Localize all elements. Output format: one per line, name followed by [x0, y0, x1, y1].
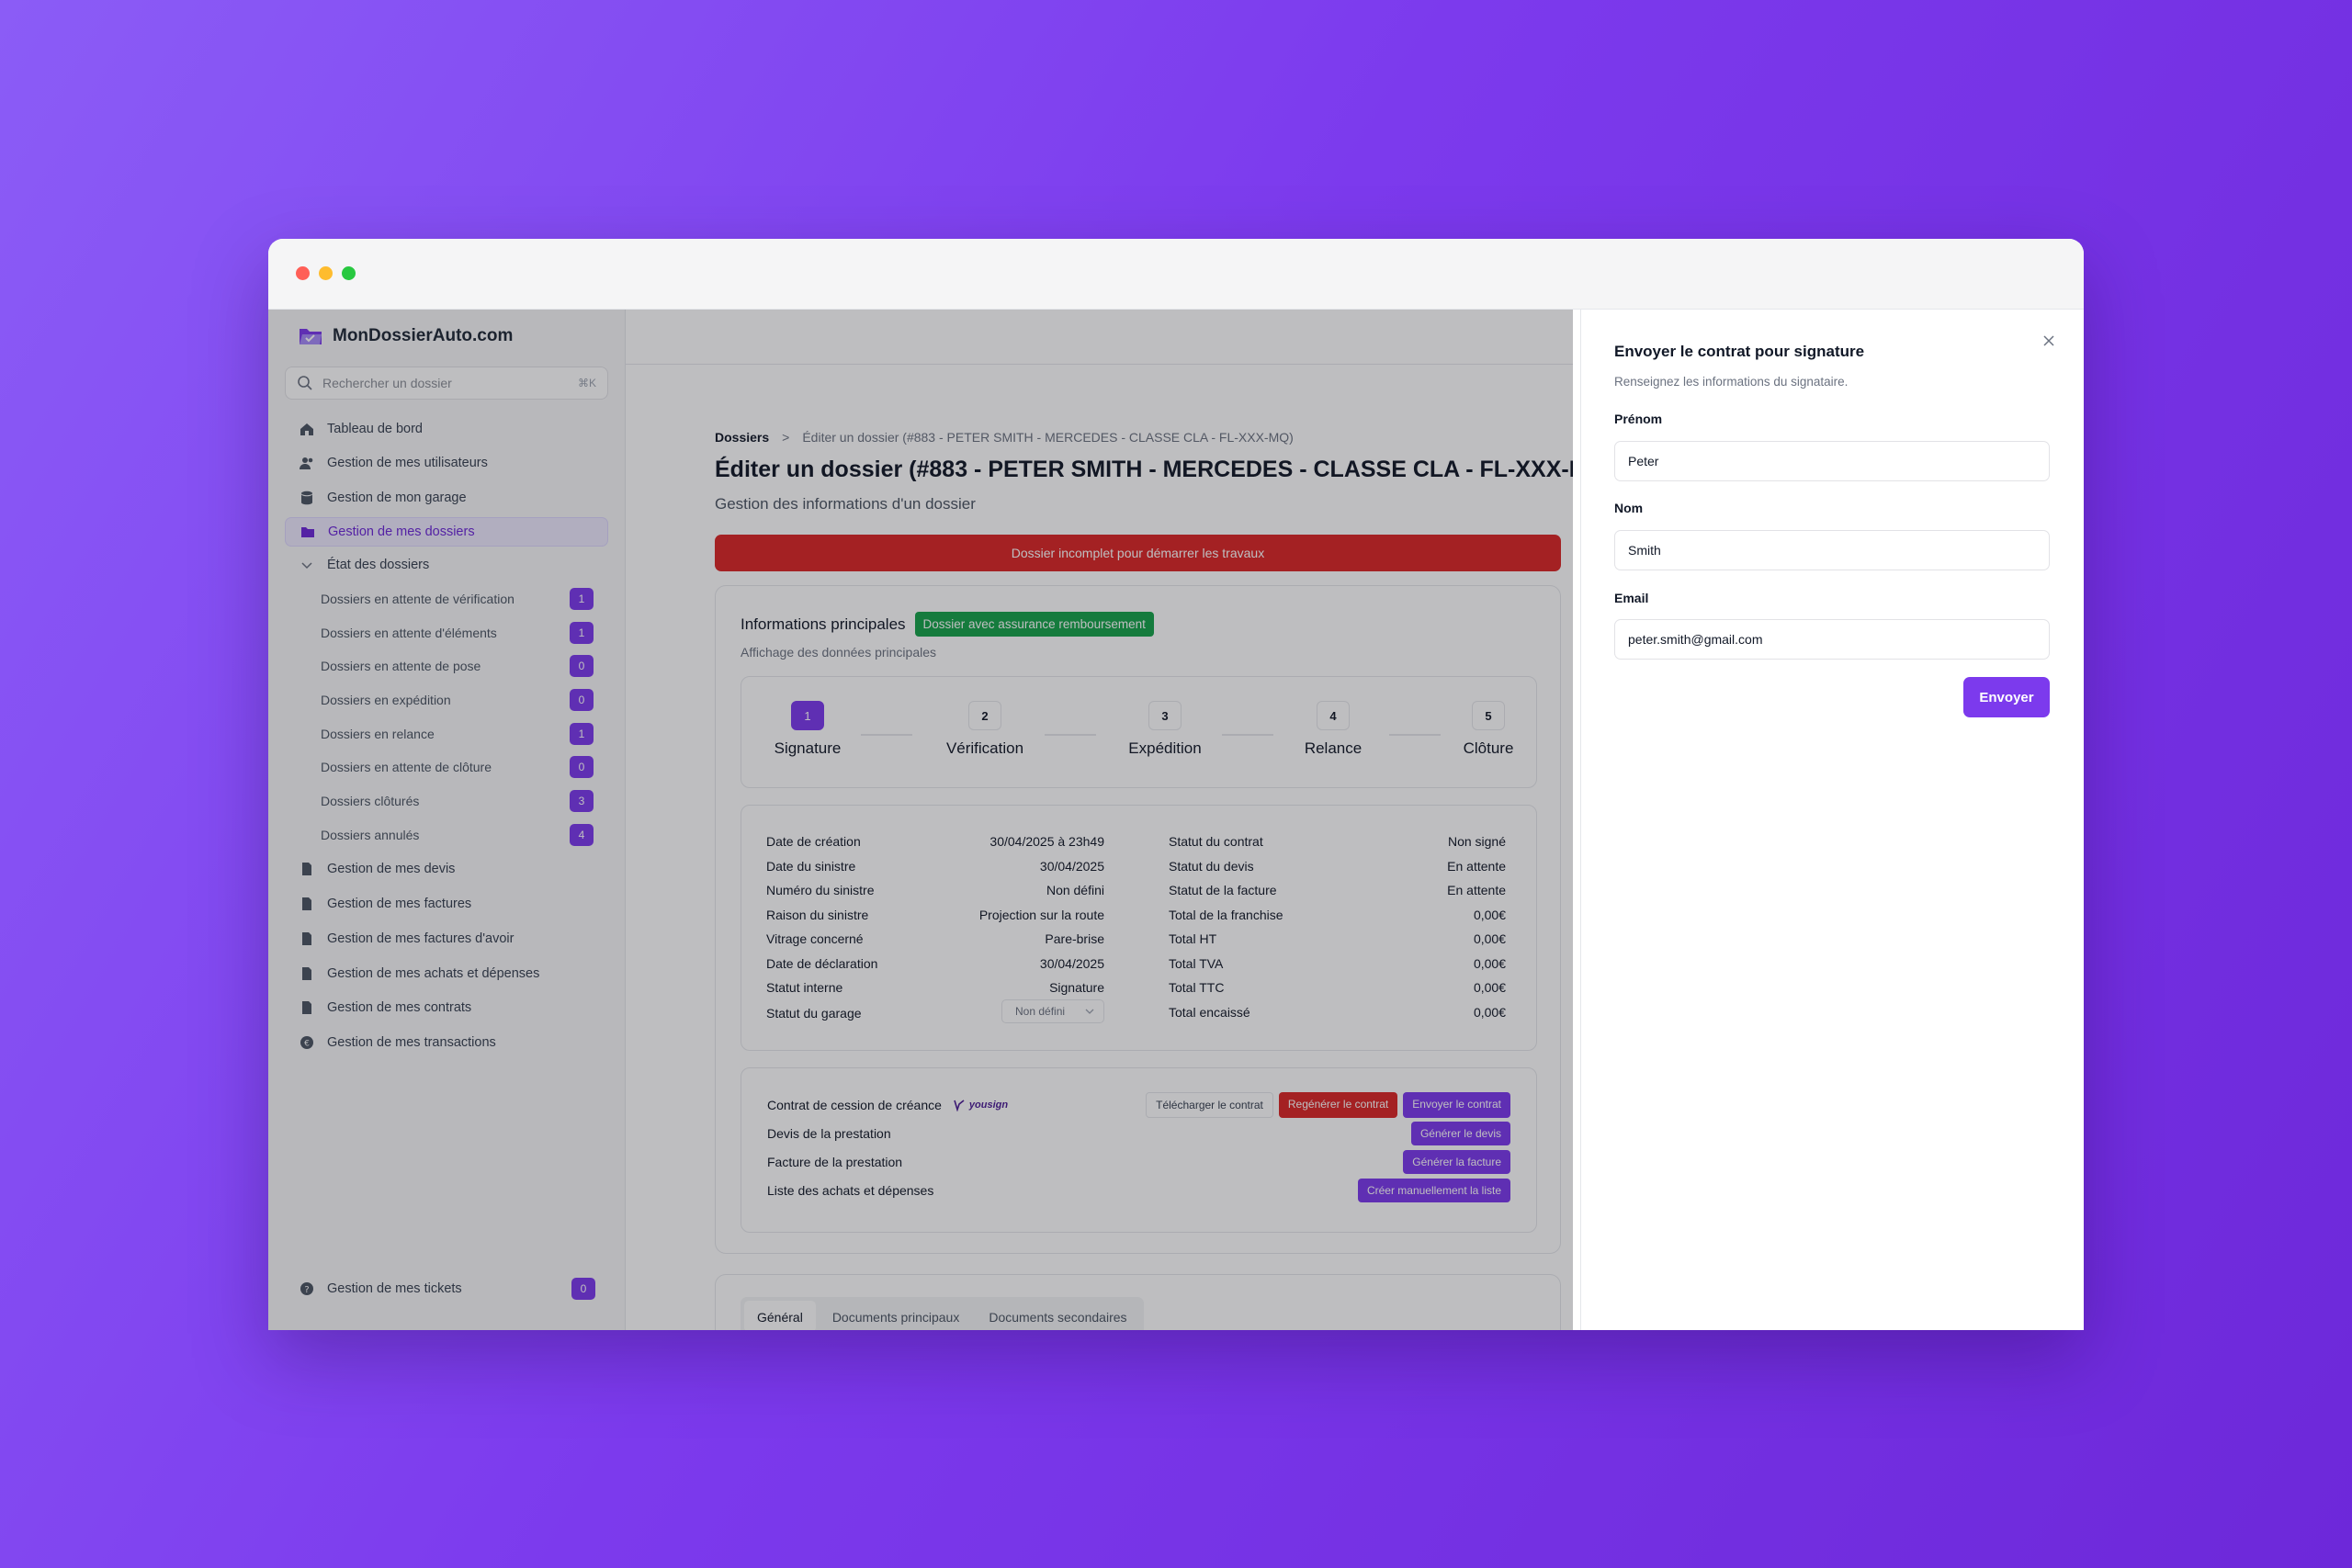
window-minimize-dot[interactable] [319, 266, 333, 280]
first-name-label: Prénom [1614, 412, 1663, 426]
first-name-field[interactable] [1614, 441, 2050, 481]
app-window: MonDossierAuto.com ⌘K Tableau de bord Ge… [268, 239, 2084, 1330]
email-field[interactable] [1614, 619, 2050, 660]
window-titlebar [268, 239, 2084, 310]
close-icon[interactable] [2041, 333, 2056, 348]
send-button[interactable]: Envoyer [1963, 677, 2050, 717]
app-body: MonDossierAuto.com ⌘K Tableau de bord Ge… [268, 310, 2084, 1330]
email-label: Email [1614, 591, 1649, 605]
last-name-label: Nom [1614, 501, 1644, 515]
window-maximize-dot[interactable] [342, 266, 356, 280]
modal-backdrop[interactable] [268, 310, 1573, 1330]
drawer-subtitle: Renseignez les informations du signatair… [1614, 375, 1849, 389]
drawer-title: Envoyer le contrat pour signature [1614, 343, 1865, 360]
window-close-dot[interactable] [296, 266, 310, 280]
last-name-field[interactable] [1614, 530, 2050, 570]
signature-drawer: Envoyer le contrat pour signature Rensei… [1580, 310, 2084, 1330]
